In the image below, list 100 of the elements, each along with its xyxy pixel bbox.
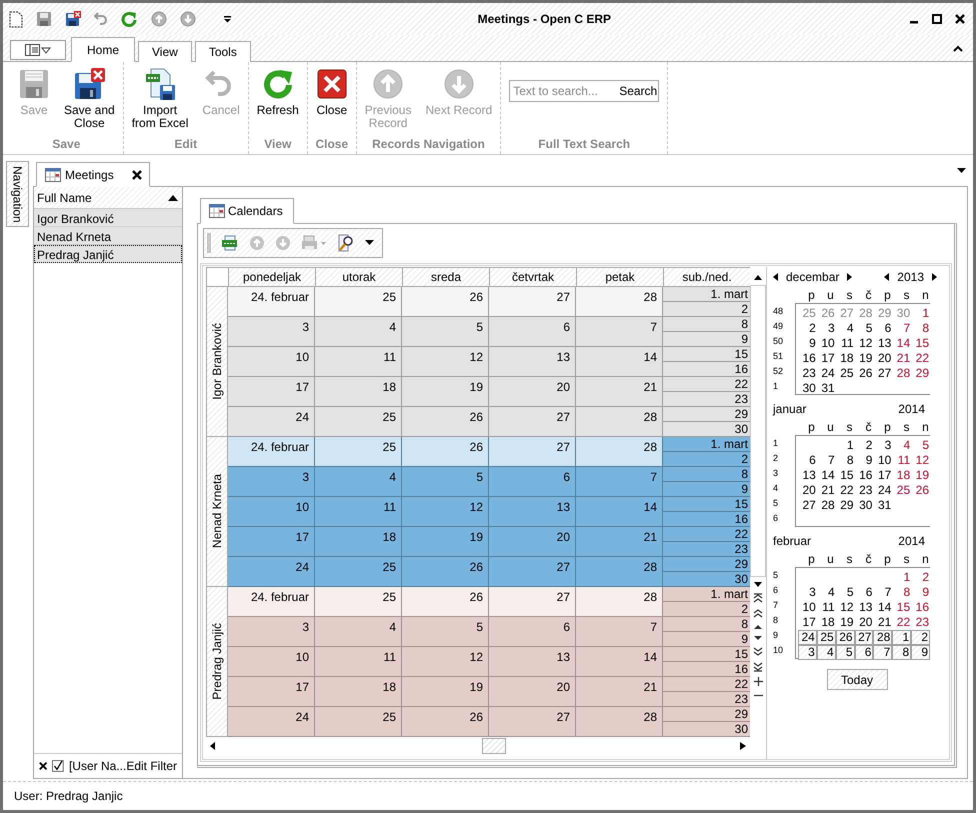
- day-cell[interactable]: 15: [663, 347, 750, 362]
- dropdown-arrow-icon[interactable]: [365, 240, 374, 246]
- scroll-right-icon[interactable]: [740, 742, 746, 750]
- calendar-day[interactable]: 5: [836, 585, 855, 600]
- calendar-day[interactable]: 16: [798, 351, 817, 366]
- day-cell[interactable]: 20: [489, 377, 576, 407]
- calendar-day[interactable]: 8: [911, 321, 930, 336]
- collapse-ribbon-icon[interactable]: [953, 45, 963, 52]
- day-cell[interactable]: 21: [576, 677, 663, 707]
- calendar-day[interactable]: 3: [816, 321, 836, 336]
- day-cell[interactable]: 9: [663, 632, 750, 647]
- day-cell[interactable]: 24: [228, 707, 315, 737]
- calendars-tab[interactable]: Calendars: [200, 198, 294, 224]
- day-cell[interactable]: 28: [576, 287, 663, 317]
- next-month-icon[interactable]: [847, 273, 852, 281]
- calendar-day[interactable]: 4: [892, 438, 912, 453]
- day-cell[interactable]: 26: [402, 707, 489, 737]
- calendar-day[interactable]: 14: [873, 600, 892, 615]
- calendar-day[interactable]: 30: [798, 381, 817, 396]
- calendar-day[interactable]: 18: [836, 351, 855, 366]
- day-cell[interactable]: 5: [402, 617, 489, 647]
- list-row[interactable]: Nenad Krneta: [34, 227, 182, 245]
- calendar-day[interactable]: 29: [836, 498, 855, 513]
- up-icon[interactable]: [753, 624, 763, 630]
- day-cell[interactable]: 1. mart: [663, 437, 750, 452]
- close-icon[interactable]: [955, 14, 965, 24]
- day-cell[interactable]: 30: [663, 722, 750, 737]
- calendar-day[interactable]: 16: [854, 468, 874, 483]
- calendar-day[interactable]: 6: [854, 645, 874, 660]
- calendar-day[interactable]: 6: [854, 585, 874, 600]
- calendar-day[interactable]: 26: [836, 630, 855, 645]
- calendar-day[interactable]: 26: [911, 483, 930, 498]
- day-cell[interactable]: 18: [315, 377, 402, 407]
- day-cell[interactable]: 18: [315, 677, 402, 707]
- day-cell[interactable]: 25: [315, 707, 402, 737]
- day-cell[interactable]: 4: [315, 617, 402, 647]
- calendar-day[interactable]: 14: [816, 468, 836, 483]
- calendar-day[interactable]: 8: [892, 585, 912, 600]
- calendar-day[interactable]: 1: [911, 306, 930, 321]
- day-cell[interactable]: 27: [489, 557, 576, 587]
- search-field[interactable]: Text to search... Search: [509, 80, 660, 102]
- day-cell[interactable]: 7: [576, 317, 663, 347]
- day-cell[interactable]: 24. februar: [228, 437, 315, 467]
- new-document-icon[interactable]: [9, 10, 23, 28]
- day-cell[interactable]: 2: [663, 302, 750, 317]
- page-down-icon[interactable]: [753, 646, 763, 656]
- checkbox[interactable]: [52, 759, 64, 773]
- calendar-day[interactable]: 10: [798, 600, 817, 615]
- day-cell[interactable]: 13: [489, 647, 576, 677]
- calendar-day[interactable]: 5: [911, 438, 930, 453]
- clear-filter-icon[interactable]: [39, 761, 48, 771]
- day-cell[interactable]: 19: [402, 677, 489, 707]
- day-cell[interactable]: 4: [315, 317, 402, 347]
- calendar-day[interactable]: 20: [854, 615, 874, 630]
- calendar-day[interactable]: 12: [854, 336, 874, 351]
- calendar-day[interactable]: 10: [873, 453, 892, 468]
- refresh-button[interactable]: Refresh: [250, 66, 305, 137]
- calendar-day[interactable]: 21: [816, 483, 836, 498]
- calendar-day[interactable]: 31: [873, 498, 892, 513]
- spreadsheet-icon[interactable]: [221, 235, 239, 251]
- tab-label[interactable]: Meetings: [65, 168, 114, 182]
- calendar-day[interactable]: 28: [816, 498, 836, 513]
- calendar-day[interactable]: 6: [873, 321, 892, 336]
- calendar-day[interactable]: 17: [816, 351, 836, 366]
- dropdown-arrow-icon[interactable]: [223, 16, 232, 22]
- calendar-day[interactable]: 30: [854, 498, 874, 513]
- day-cell[interactable]: 2: [663, 602, 750, 617]
- day-cell[interactable]: 6: [489, 617, 576, 647]
- today-button[interactable]: Today: [826, 669, 888, 690]
- calendar-day[interactable]: 23: [798, 366, 817, 381]
- day-cell[interactable]: 26: [402, 557, 489, 587]
- day-cell[interactable]: 1. mart: [663, 587, 750, 602]
- calendar-day[interactable]: 7: [873, 645, 892, 660]
- calendar-day[interactable]: 13: [854, 600, 874, 615]
- calendar-day[interactable]: 6: [798, 453, 817, 468]
- calendar-day[interactable]: 20: [798, 483, 817, 498]
- calendar-day[interactable]: 29: [911, 366, 930, 381]
- calendar-day[interactable]: 15: [911, 336, 930, 351]
- day-cell[interactable]: 21: [576, 527, 663, 557]
- calendar-day[interactable]: 21: [892, 351, 912, 366]
- list-row[interactable]: Predrag Janjić: [34, 245, 182, 263]
- app-menu-button[interactable]: [10, 40, 66, 60]
- day-cell[interactable]: 28: [576, 437, 663, 467]
- day-cell[interactable]: 9: [663, 332, 750, 347]
- day-cell[interactable]: 27: [489, 287, 576, 317]
- day-cell[interactable]: 19: [402, 527, 489, 557]
- day-cell[interactable]: 8: [663, 467, 750, 482]
- day-cell[interactable]: 22: [663, 527, 750, 542]
- calendar-day[interactable]: 3: [798, 645, 817, 660]
- calendar-day[interactable]: 4: [816, 645, 836, 660]
- day-cell[interactable]: 20: [489, 677, 576, 707]
- calendar-day[interactable]: 19: [836, 615, 855, 630]
- close-button[interactable]: Close: [310, 66, 354, 137]
- calendar-day[interactable]: 9: [911, 645, 930, 660]
- day-cell[interactable]: 7: [576, 467, 663, 497]
- day-cell[interactable]: 8: [663, 317, 750, 332]
- day-cell[interactable]: 5: [402, 317, 489, 347]
- calendar-day[interactable]: 4: [816, 585, 836, 600]
- day-cell[interactable]: 27: [489, 707, 576, 737]
- calendar-day[interactable]: 7: [816, 453, 836, 468]
